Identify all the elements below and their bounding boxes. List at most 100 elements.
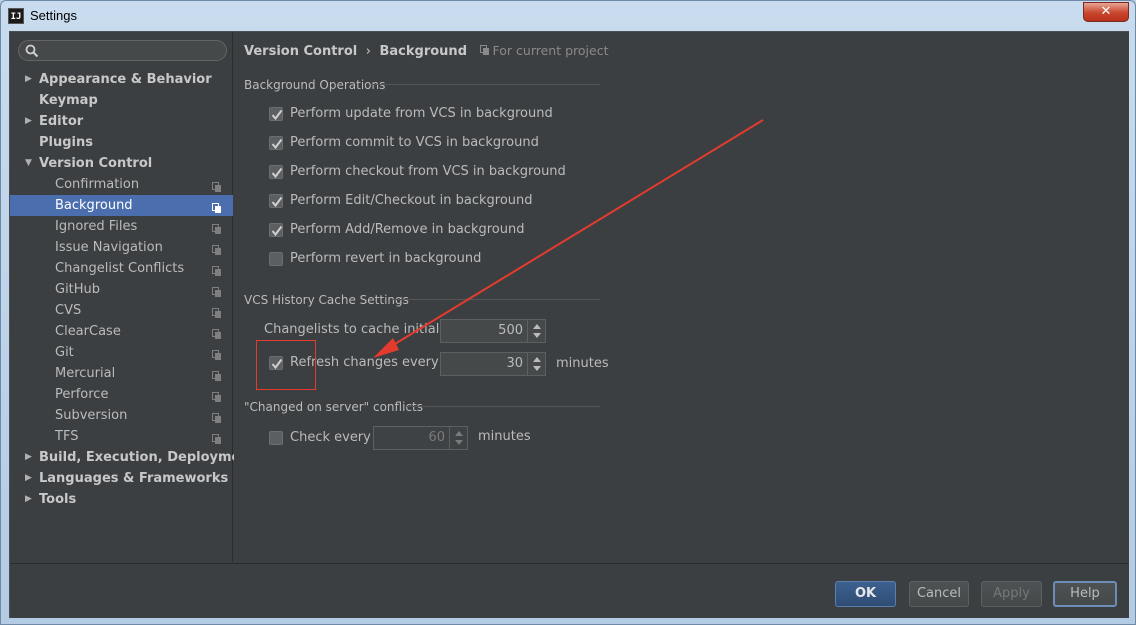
title-bar[interactable]: IJ Settings ✕ xyxy=(1,1,1135,31)
collapsed-arrow-icon[interactable]: ▶ xyxy=(25,69,35,90)
refresh-interval-unit: minutes xyxy=(556,356,609,371)
breadcrumb-current: Background xyxy=(379,44,468,59)
check-every-label: Check every xyxy=(290,430,371,445)
spinner-arrows-icon[interactable] xyxy=(449,427,467,449)
spinner-arrows-icon[interactable] xyxy=(527,353,545,375)
background-option-label: Perform commit to VCS in background xyxy=(290,135,539,150)
checkbox-box[interactable] xyxy=(269,223,283,237)
sidebar-item-version-control[interactable]: ▼ Version Control xyxy=(10,153,233,174)
background-settings-panel: Version Control › Background For current… xyxy=(234,32,1129,562)
help-button[interactable]: Help xyxy=(1053,581,1117,607)
sidebar-item-label: CVS xyxy=(55,303,82,318)
sidebar-item-tools[interactable]: ▶ Tools xyxy=(10,489,233,510)
sidebar-item-label: Changelist Conflicts xyxy=(55,261,185,276)
annotation-highlight-box xyxy=(256,340,316,390)
background-operations-title: Background Operations xyxy=(244,78,386,92)
project-scope-icon xyxy=(212,200,222,213)
sidebar-item-label: Issue Navigation xyxy=(55,240,163,255)
sidebar-item-changelist-conflicts[interactable]: Changelist Conflicts xyxy=(10,258,233,279)
sidebar-item-editor[interactable]: ▶ Editor xyxy=(10,111,233,132)
sidebar-item-appearance-behavior[interactable]: ▶ Appearance & Behavior xyxy=(10,69,233,90)
background-option-label: Perform update from VCS in background xyxy=(290,106,553,121)
project-scope-icon xyxy=(212,263,222,276)
sidebar-item-label: Background xyxy=(55,198,133,213)
sidebar-item-ignored-files[interactable]: Ignored Files xyxy=(10,216,233,237)
sidebar-item-label: Tools xyxy=(39,492,77,507)
background-option-label: Perform Edit/Checkout in background xyxy=(290,193,533,208)
sidebar-item-label: Keymap xyxy=(39,93,98,108)
sidebar-item-label: Ignored Files xyxy=(55,219,138,234)
breadcrumb: Version Control › Background For current… xyxy=(244,43,609,59)
window-close-button[interactable]: ✕ xyxy=(1083,2,1129,22)
sidebar-item-perforce[interactable]: Perforce xyxy=(10,384,233,405)
checkbox-box[interactable] xyxy=(269,107,283,121)
refresh-interval-spinner[interactable]: 30 xyxy=(440,352,546,376)
expanded-arrow-icon[interactable]: ▼ xyxy=(25,153,35,174)
sidebar-item-background[interactable]: Background xyxy=(10,195,233,216)
project-scope-icon xyxy=(212,410,222,423)
server-conflicts-title: "Changed on server" conflicts xyxy=(244,400,423,414)
background-option-label: Perform Add/Remove in background xyxy=(290,222,525,237)
collapsed-arrow-icon[interactable]: ▶ xyxy=(25,111,35,132)
settings-sidebar: ▶ Appearance & Behavior Keymap ▶ Editor Plugi… xyxy=(10,32,256,562)
checkbox-box[interactable] xyxy=(269,165,283,179)
check-interval-unit: minutes xyxy=(478,429,531,444)
sidebar-item-cvs[interactable]: CVS xyxy=(10,300,233,321)
checkbox-box[interactable] xyxy=(269,252,283,266)
cancel-button[interactable]: Cancel xyxy=(909,581,969,607)
collapsed-arrow-icon[interactable]: ▶ xyxy=(25,489,35,510)
window-title: Settings xyxy=(30,8,77,23)
checkbox-box[interactable] xyxy=(269,194,283,208)
sidebar-item-issue-navigation[interactable]: Issue Navigation xyxy=(10,237,233,258)
project-scope-label: For current project xyxy=(492,43,609,58)
project-scope-hint: For current project xyxy=(479,43,609,58)
sidebar-item-confirmation[interactable]: Confirmation xyxy=(10,174,233,195)
sidebar-item-label: Mercurial xyxy=(55,366,116,381)
sidebar-item-tfs[interactable]: TFS xyxy=(10,426,233,447)
project-scope-icon xyxy=(212,326,222,339)
collapsed-arrow-icon[interactable]: ▶ xyxy=(25,468,35,489)
sidebar-item-label: Build, Execution, Deployment xyxy=(39,450,256,465)
checkbox-box[interactable] xyxy=(269,431,283,445)
settings-tree: ▶ Appearance & Behavior Keymap ▶ Editor Plugi… xyxy=(10,69,256,510)
search-icon xyxy=(25,44,39,58)
checkbox-box[interactable] xyxy=(269,136,283,150)
sidebar-item-label: Version Control xyxy=(39,156,153,171)
sidebar-item-label: Confirmation xyxy=(55,177,140,192)
history-cache-title: VCS History Cache Settings xyxy=(244,293,409,307)
section-divider xyxy=(371,84,600,85)
spinner-arrows-icon[interactable] xyxy=(527,320,545,342)
sidebar-item-label: Git xyxy=(55,345,74,360)
project-scope-icon xyxy=(212,368,222,381)
sidebar-item-languages-frameworks[interactable]: ▶ Languages & Frameworks xyxy=(10,468,233,489)
sidebar-item-github[interactable]: GitHub xyxy=(10,279,233,300)
sidebar-item-keymap[interactable]: Keymap xyxy=(10,90,233,111)
project-scope-icon xyxy=(212,179,222,192)
ok-button[interactable]: OK xyxy=(835,581,896,607)
changelists-cache-spinner[interactable]: 500 xyxy=(440,319,546,343)
changelists-cache-value[interactable]: 500 xyxy=(498,323,523,338)
section-divider xyxy=(393,299,600,300)
settings-window: IJ Settings ✕ ▶ Appearance & Behavior Keym… xyxy=(0,0,1136,625)
check-interval-value[interactable]: 60 xyxy=(428,430,445,445)
settings-search-input[interactable] xyxy=(18,40,227,61)
sidebar-item-label: Subversion xyxy=(55,408,128,423)
sidebar-item-plugins[interactable]: Plugins xyxy=(10,132,233,153)
refresh-interval-value[interactable]: 30 xyxy=(506,356,523,371)
collapsed-arrow-icon[interactable]: ▶ xyxy=(25,447,35,468)
apply-button[interactable]: Apply xyxy=(981,581,1042,607)
sidebar-item-git[interactable]: Git xyxy=(10,342,233,363)
sidebar-item-label: Plugins xyxy=(39,135,93,150)
sidebar-item-mercurial[interactable]: Mercurial xyxy=(10,363,233,384)
sidebar-item-label: Languages & Frameworks xyxy=(39,471,229,486)
sidebar-item-clearcase[interactable]: ClearCase xyxy=(10,321,233,342)
sidebar-item-label: Perforce xyxy=(55,387,109,402)
breadcrumb-separator: › xyxy=(365,44,371,59)
project-scope-icon xyxy=(479,45,489,55)
check-interval-spinner[interactable]: 60 xyxy=(373,426,468,450)
sidebar-item-build-execution-deployment[interactable]: ▶ Build, Execution, Deployment xyxy=(10,447,256,468)
intellij-app-icon: IJ xyxy=(8,8,24,24)
sidebar-item-subversion[interactable]: Subversion xyxy=(10,405,233,426)
project-scope-icon xyxy=(212,242,222,255)
sidebar-item-label: TFS xyxy=(55,429,79,444)
